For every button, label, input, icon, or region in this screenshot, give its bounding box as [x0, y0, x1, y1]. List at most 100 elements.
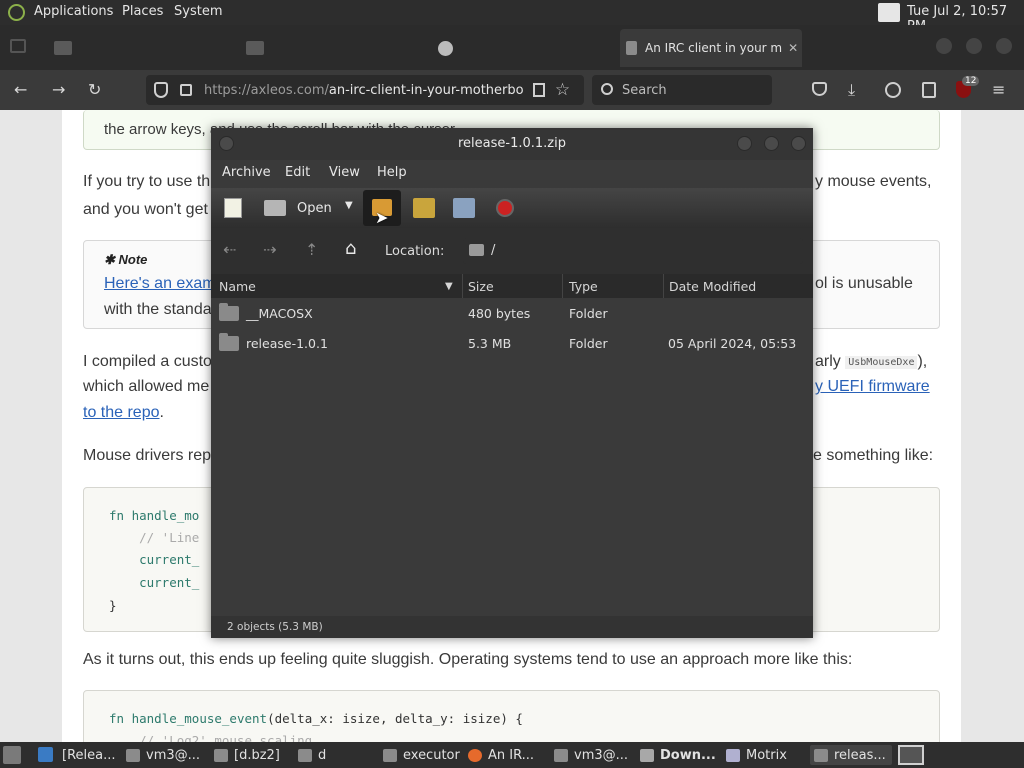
close-button[interactable] — [791, 136, 806, 151]
workspace-switcher[interactable] — [898, 745, 924, 765]
menu-archive[interactable]: Archive — [222, 165, 271, 180]
sort-arrow-icon[interactable]: ▼ — [445, 281, 453, 292]
article-link-firmware[interactable]: y UEFI firmware — [815, 378, 930, 396]
url-path: an-irc-client-in-your-motherbo — [328, 82, 523, 98]
menu-applications[interactable]: Applications — [34, 4, 113, 19]
taskbar-item-10-active[interactable]: releas... — [810, 745, 892, 765]
home-icon[interactable]: ⌂ — [345, 238, 356, 259]
inline-code: UsbMouseDxe — [845, 355, 918, 369]
menu-system[interactable]: System — [174, 4, 222, 19]
tab-active[interactable]: An IRC client in your m ✕ — [620, 29, 802, 67]
column-header: Name ▼ Size Type Date Modified — [211, 274, 813, 298]
col-name[interactable]: Name — [219, 279, 256, 294]
location-bar: ⇠ ⇢ ⇡ ⌂ Location: / — [211, 228, 813, 274]
location-field[interactable] — [463, 238, 803, 264]
taskbar-item-3[interactable]: [d.bz2] — [214, 745, 280, 765]
new-archive-icon[interactable] — [224, 198, 242, 218]
taskbar-item-1[interactable]: [Relea... — [62, 745, 116, 765]
taskbar-item-8[interactable]: Down... — [640, 745, 716, 765]
note-line2: with the standa — [104, 301, 212, 318]
up-arrow-icon[interactable]: ⇡ — [305, 240, 318, 259]
note-link[interactable]: Here's an exam — [104, 275, 216, 293]
task-label: Motrix — [746, 747, 787, 763]
article-link-repo-wrap: to the repo. — [83, 404, 164, 422]
task-label: Down... — [660, 747, 716, 763]
task-label: An IR... — [488, 747, 535, 763]
url-bar[interactable]: https://axleos.com/an-irc-client-in-your… — [146, 75, 584, 105]
terminal-icon — [126, 748, 140, 762]
window-minimize-button[interactable] — [936, 38, 952, 54]
col-date[interactable]: Date Modified — [669, 279, 756, 294]
article-p2c: ), — [917, 353, 928, 370]
minimize-button[interactable] — [737, 136, 752, 151]
back-icon[interactable]: ← — [14, 80, 27, 100]
open-archive-icon[interactable] — [264, 200, 286, 216]
reload-icon[interactable]: ↻ — [88, 80, 101, 100]
menu-edit[interactable]: Edit — [285, 165, 310, 180]
menu-view[interactable]: View — [329, 165, 360, 180]
tab-1[interactable] — [48, 29, 228, 67]
close-tab-icon[interactable]: ✕ — [788, 41, 798, 55]
extension-badge: 12 — [962, 76, 980, 86]
window-menu-button[interactable] — [219, 136, 234, 151]
column-divider[interactable] — [562, 274, 563, 298]
distro-logo-icon[interactable] — [8, 4, 25, 21]
page-icon — [626, 41, 637, 55]
article-p2d: which allowed me — [83, 378, 210, 395]
article-link-repo[interactable]: to the repo — [83, 404, 160, 421]
forward-icon[interactable]: → — [52, 80, 65, 100]
tab-2[interactable] — [240, 29, 420, 67]
firefox-view-icon[interactable] — [10, 39, 26, 53]
menu-help[interactable]: Help — [377, 165, 407, 180]
lock-icon[interactable] — [180, 84, 192, 96]
tab-3[interactable] — [432, 29, 612, 67]
top-panel: Applications Places System Tue Jul 2, 10… — [0, 0, 1024, 34]
motrix-icon — [726, 748, 740, 762]
col-size[interactable]: Size — [468, 279, 494, 294]
taskbar-item-5[interactable]: executor — [383, 745, 460, 765]
maximize-button[interactable] — [764, 136, 779, 151]
account-icon[interactable] — [885, 82, 901, 98]
code-line: fn handle_mouse_event(delta_x: isize, de… — [109, 711, 523, 726]
menu-places[interactable]: Places — [122, 4, 163, 19]
search-input[interactable]: Search — [592, 75, 772, 105]
taskbar-item-7[interactable]: vm3@... — [554, 745, 628, 765]
vscode-icon[interactable] — [38, 747, 53, 762]
window-title: release-1.0.1.zip — [211, 128, 813, 160]
open-button[interactable]: Open — [297, 201, 332, 216]
code-line: fn handle_mo — [109, 508, 200, 523]
reader-view-icon[interactable] — [532, 83, 545, 97]
window-close-button[interactable] — [996, 38, 1012, 54]
taskbar-item-9[interactable]: Motrix — [726, 745, 787, 765]
editor-icon — [298, 748, 312, 762]
file-row[interactable]: __MACOSX 480 bytes Folder — [211, 298, 813, 328]
column-divider[interactable] — [462, 274, 463, 298]
bookmark-star-icon[interactable]: ☆ — [555, 80, 570, 100]
extensions-icon[interactable] — [922, 82, 936, 98]
show-desktop-icon[interactable] — [3, 746, 21, 764]
menu-hamburger-icon[interactable]: ≡ — [992, 80, 1005, 100]
file-list: __MACOSX 480 bytes Folder release-1.0.1 … — [211, 298, 813, 616]
add-folder-icon[interactable] — [453, 198, 475, 218]
taskbar-item-4[interactable]: d — [298, 745, 326, 765]
window-maximize-button[interactable] — [966, 38, 982, 54]
url-host: https://axleos.com/ — [204, 82, 329, 98]
file-row[interactable]: release-1.0.1 5.3 MB Folder 05 April 202… — [211, 328, 813, 358]
code-line: // 'Line — [109, 530, 200, 545]
forward-arrow-icon[interactable]: ⇢ — [263, 240, 276, 259]
open-dropdown-arrow-icon[interactable]: ▼ — [345, 200, 353, 211]
window-list-icon[interactable] — [878, 3, 900, 22]
add-files-icon[interactable] — [413, 198, 435, 218]
stop-icon[interactable] — [496, 199, 514, 217]
back-arrow-icon[interactable]: ⇠ — [223, 240, 236, 259]
article-p2b: arly — [815, 353, 846, 370]
location-value: / — [491, 243, 496, 258]
col-type[interactable]: Type — [569, 279, 598, 294]
taskbar-item-6[interactable]: An IR... — [468, 745, 534, 765]
shield-icon[interactable] — [154, 82, 168, 98]
downloads-icon[interactable]: ⤓ — [848, 80, 855, 100]
code-params: (delta_x: isize, delta_y: isize) { — [267, 711, 523, 726]
search-icon — [601, 83, 613, 95]
taskbar-item-2[interactable]: vm3@... — [126, 745, 200, 765]
column-divider[interactable] — [663, 274, 664, 298]
